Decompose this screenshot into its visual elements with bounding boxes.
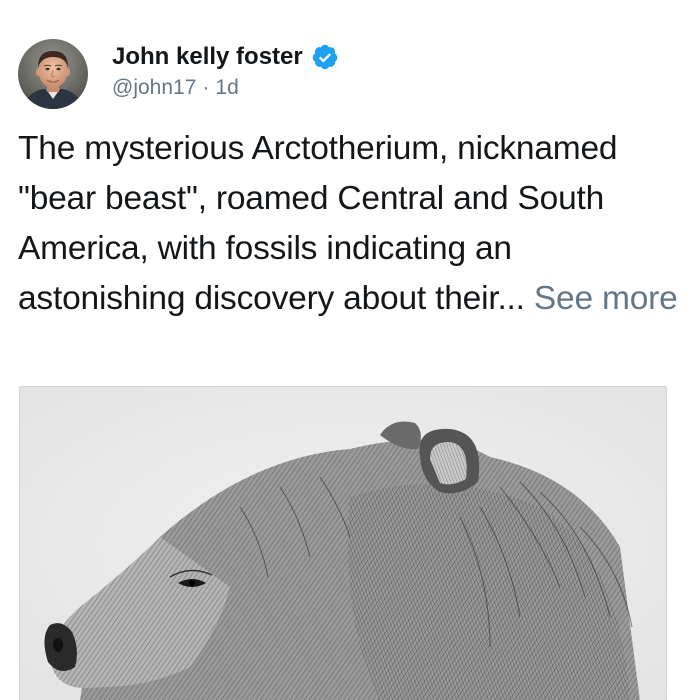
avatar[interactable]: [18, 39, 88, 109]
bear-sketch-image: [20, 387, 666, 700]
tweet-meta: @john17 · 1d: [112, 76, 339, 100]
tweet-header: John kelly foster @john17 · 1d: [18, 38, 339, 110]
see-more-link[interactable]: See more: [534, 280, 678, 317]
timestamp[interactable]: 1d: [215, 76, 238, 99]
tweet-text: The mysterious Arctotherium, nicknamed "…: [18, 124, 686, 324]
author-name[interactable]: John kelly foster: [112, 43, 303, 71]
author-block: John kelly foster @john17 · 1d: [112, 40, 339, 100]
name-row: John kelly foster: [112, 40, 339, 74]
verified-badge-icon: [311, 43, 339, 71]
author-handle[interactable]: @john17: [112, 76, 196, 99]
tweet-media[interactable]: [19, 386, 667, 700]
meta-separator: ·: [202, 76, 210, 99]
tweet-card: John kelly foster @john17 · 1d The mysteri…: [0, 0, 700, 700]
